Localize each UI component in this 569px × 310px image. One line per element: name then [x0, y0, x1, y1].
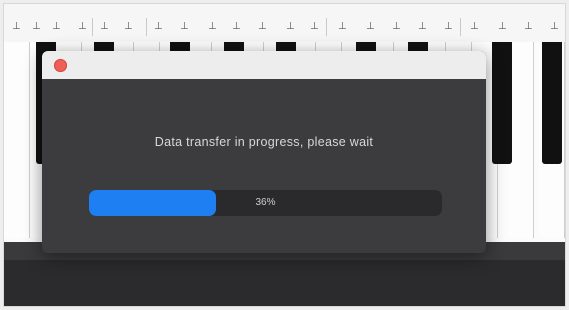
- octave-divider: [460, 18, 461, 36]
- key-marker-icon: ⊥: [338, 21, 347, 32]
- octave-divider: [326, 18, 327, 36]
- key-marker-icon: ⊥: [208, 21, 217, 32]
- piano-app-window: ⊥ ⊥ ⊥ ⊥ ⊥ ⊥ ⊥ ⊥ ⊥ ⊥ ⊥ ⊥ ⊥ ⊥ ⊥ ⊥ ⊥ ⊥ ⊥ ⊥ …: [4, 4, 565, 306]
- key-marker-icon: ⊥: [392, 21, 401, 32]
- key-marker-icon: ⊥: [366, 21, 375, 32]
- key-marker-icon: ⊥: [310, 21, 319, 32]
- black-key[interactable]: [542, 42, 562, 164]
- key-marker-icon: ⊥: [418, 21, 427, 32]
- keyboard-label-strip: ⊥ ⊥ ⊥ ⊥ ⊥ ⊥ ⊥ ⊥ ⊥ ⊥ ⊥ ⊥ ⊥ ⊥ ⊥ ⊥ ⊥ ⊥ ⊥ ⊥ …: [4, 4, 565, 43]
- key-marker-icon: ⊥: [286, 21, 295, 32]
- key-marker-icon: ⊥: [52, 21, 61, 32]
- key-marker-icon: ⊥: [550, 21, 559, 32]
- octave-divider: [146, 18, 147, 36]
- white-key[interactable]: [4, 42, 30, 238]
- key-marker-icon: ⊥: [470, 21, 479, 32]
- key-marker-icon: ⊥: [32, 21, 41, 32]
- key-marker-icon: ⊥: [78, 21, 87, 32]
- key-marker-icon: ⊥: [444, 21, 453, 32]
- key-marker-icon: ⊥: [100, 21, 109, 32]
- transfer-progress-dialog: Data transfer in progress, please wait 3…: [42, 51, 486, 253]
- key-marker-icon: ⊥: [180, 21, 189, 32]
- black-key[interactable]: [492, 42, 512, 164]
- key-marker-icon: ⊥: [498, 21, 507, 32]
- progress-percent: 36%: [255, 197, 276, 208]
- dialog-titlebar[interactable]: [42, 51, 486, 79]
- progress-message: Data transfer in progress, please wait: [154, 135, 374, 149]
- key-marker-icon: ⊥: [258, 21, 267, 32]
- key-marker-icon: ⊥: [524, 21, 533, 32]
- key-marker-icon: ⊥: [154, 21, 163, 32]
- octave-divider: [92, 18, 93, 36]
- key-marker-icon: ⊥: [232, 21, 241, 32]
- close-button[interactable]: [54, 59, 67, 72]
- progress-bar: 36%: [89, 190, 442, 216]
- key-marker-icon: ⊥: [124, 21, 133, 32]
- key-marker-icon: ⊥: [12, 21, 21, 32]
